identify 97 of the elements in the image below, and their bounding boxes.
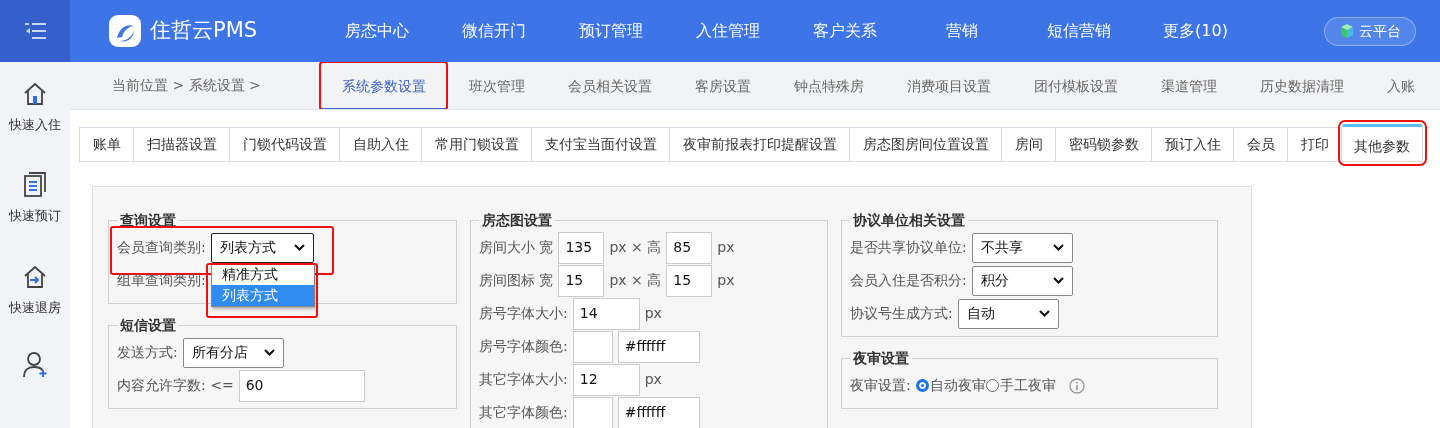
top-menu-item[interactable]: 更多(10) bbox=[1137, 19, 1254, 43]
field-label: 发送方式: bbox=[117, 343, 178, 362]
select-field[interactable]: 不共享 bbox=[971, 232, 1073, 263]
input-field[interactable]: #ffffff bbox=[617, 396, 700, 428]
settings-tab[interactable]: 渠道管理 bbox=[1139, 62, 1238, 109]
caret-icon bbox=[1052, 277, 1064, 284]
unit-label: px bbox=[717, 238, 735, 257]
input-field[interactable]: 60 bbox=[238, 369, 365, 402]
unit-label: px × 高 bbox=[609, 238, 662, 257]
select-field[interactable]: 所有分店 bbox=[182, 337, 284, 368]
menu-icon bbox=[24, 22, 46, 40]
field-label: 协议号生成方式: bbox=[850, 304, 953, 323]
field-label: 内容允许字数: <= bbox=[117, 376, 234, 395]
house-arrow-icon bbox=[22, 263, 48, 290]
radio-button[interactable] bbox=[985, 379, 999, 392]
select-field[interactable]: 积分 bbox=[971, 265, 1073, 296]
input-field[interactable]: 12 bbox=[572, 363, 640, 396]
color-swatch[interactable] bbox=[572, 396, 613, 428]
input-field[interactable]: 15 bbox=[558, 264, 605, 297]
input-field[interactable]: 15 bbox=[666, 264, 713, 297]
sub-tab[interactable]: 打印 bbox=[1288, 127, 1342, 162]
select-field[interactable]: 列表方式 bbox=[210, 232, 314, 263]
info-icon[interactable] bbox=[1068, 377, 1085, 394]
sub-tab[interactable]: 密码锁参数 bbox=[1056, 127, 1152, 162]
radio-option[interactable]: 自动夜审 bbox=[915, 375, 986, 396]
input-field[interactable]: 135 bbox=[558, 231, 605, 264]
top-menu-item[interactable]: 入住管理 bbox=[669, 19, 786, 43]
radio-option[interactable]: 手工夜审 bbox=[985, 375, 1056, 396]
sub-tab[interactable]: 支付宝当面付设置 bbox=[532, 127, 670, 162]
settings-tab[interactable]: 钟点特殊房 bbox=[772, 62, 885, 109]
input-field[interactable]: #ffffff bbox=[617, 330, 700, 363]
input-field[interactable]: 85 bbox=[666, 231, 713, 264]
top-menu-item[interactable]: 预订管理 bbox=[552, 19, 669, 43]
sidebar-item[interactable]: 快速退房 bbox=[0, 244, 70, 337]
field-label: 会员查询类别: bbox=[117, 238, 206, 257]
settings-tab[interactable]: 系统参数设置 bbox=[320, 62, 447, 109]
cloud-platform-button[interactable]: 云平台 bbox=[1324, 16, 1416, 46]
field-label: 其它字体颜色: bbox=[479, 403, 568, 422]
settings-tab[interactable]: 团付模板设置 bbox=[1012, 62, 1139, 109]
field-label: 夜审设置: bbox=[850, 376, 911, 395]
sub-tab[interactable]: 常用门锁设置 bbox=[422, 127, 532, 162]
sub-tab[interactable]: 自助入住 bbox=[340, 127, 422, 162]
settings-tab[interactable]: 班次管理 bbox=[447, 62, 546, 109]
unit-label: px × 高 bbox=[609, 271, 662, 290]
field-label: 是否共享协议单位: bbox=[850, 238, 967, 257]
caret-icon bbox=[1052, 244, 1064, 251]
group-title: 协议单位相关设置 bbox=[852, 213, 966, 227]
top-menu-item[interactable]: 房态中心 bbox=[318, 19, 435, 43]
sub-tab[interactable]: 房态图房间位置设置 bbox=[850, 127, 1002, 162]
settings-tab[interactable]: 客房设置 bbox=[673, 62, 772, 109]
settings-tab[interactable]: 会员相关设置 bbox=[546, 62, 673, 109]
field-label: 其它字体大小: bbox=[479, 370, 568, 389]
caret-icon bbox=[293, 244, 305, 251]
color-swatch[interactable] bbox=[572, 330, 613, 363]
field-label: 房号字体大小: bbox=[479, 304, 568, 323]
sub-tab[interactable]: 门锁代码设置 bbox=[230, 127, 340, 162]
sub-tab[interactable]: 预订入住 bbox=[1152, 127, 1234, 162]
field-label: 组单查询类别: bbox=[117, 271, 206, 290]
sub-tab[interactable]: 账单 bbox=[79, 127, 134, 162]
field-label: 房间大小 宽 bbox=[479, 238, 554, 257]
breadcrumb: 当前位置 > 系统设置 > bbox=[112, 76, 262, 95]
sidebar-item[interactable]: 快速入住 bbox=[0, 62, 70, 154]
sub-tab[interactable]: 房间 bbox=[1002, 127, 1056, 162]
top-menu-item[interactable]: 微信开门 bbox=[435, 19, 552, 43]
settings-tab[interactable]: 入账 bbox=[1365, 62, 1436, 109]
dropdown-option[interactable]: 精准方式 bbox=[211, 263, 314, 285]
logo-text: 住哲云PMS bbox=[150, 17, 258, 45]
settings-tab[interactable]: 历史数据清理 bbox=[1238, 62, 1365, 109]
caret-icon bbox=[263, 349, 275, 356]
home-icon bbox=[22, 80, 48, 107]
sub-tab[interactable]: 扫描器设置 bbox=[134, 127, 230, 162]
add-user-icon[interactable] bbox=[22, 350, 48, 379]
field-label: 房间图标 宽 bbox=[479, 271, 554, 290]
group-title: 短信设置 bbox=[119, 318, 177, 332]
unit-label: px bbox=[717, 271, 735, 290]
field-label: 会员入住是否积分: bbox=[850, 271, 967, 290]
input-field[interactable]: 14 bbox=[572, 297, 640, 330]
cube-icon bbox=[1339, 23, 1355, 39]
radio-button[interactable] bbox=[915, 379, 929, 392]
sub-tab[interactable]: 夜审前报表打印提醒设置 bbox=[670, 127, 850, 162]
document-list-icon bbox=[23, 172, 47, 199]
unit-label: px bbox=[644, 304, 662, 323]
logo-icon bbox=[108, 14, 142, 48]
top-menu-item[interactable]: 客户关系 bbox=[786, 19, 903, 43]
field-label: 房号字体颜色: bbox=[479, 337, 568, 356]
top-menu-item[interactable]: 营销 bbox=[903, 19, 1020, 43]
settings-tab[interactable]: 消费项目设置 bbox=[885, 62, 1012, 109]
caret-icon bbox=[1038, 310, 1050, 317]
sidebar-item[interactable]: 快速预订 bbox=[0, 153, 70, 245]
group-title: 房态图设置 bbox=[481, 213, 553, 227]
group-title: 查询设置 bbox=[119, 213, 177, 227]
unit-label: px bbox=[644, 370, 662, 389]
group-title: 夜审设置 bbox=[852, 351, 910, 365]
sub-tab[interactable]: 会员 bbox=[1234, 127, 1288, 162]
select-field[interactable]: 自动 bbox=[957, 298, 1059, 329]
top-menu-item[interactable]: 短信营销 bbox=[1020, 19, 1137, 43]
menu-toggle-button[interactable] bbox=[0, 0, 70, 62]
